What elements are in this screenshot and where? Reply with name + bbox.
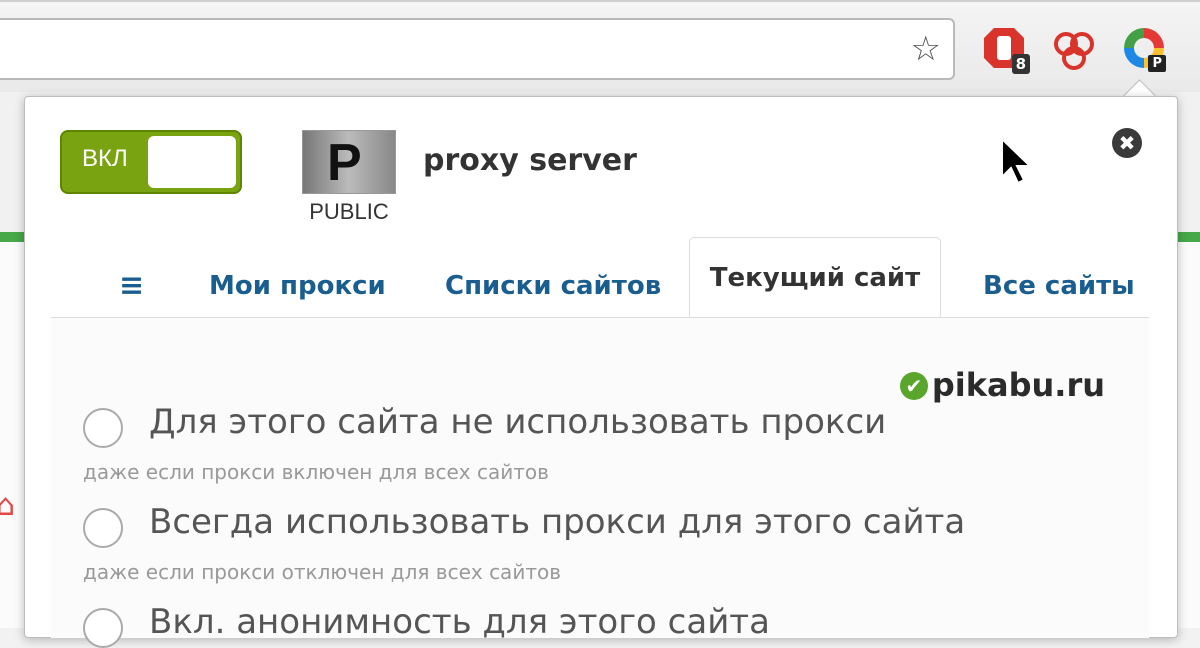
star-icon[interactable]: ☆ (911, 29, 941, 69)
tab-bar: ≡ Мои прокси Списки сайтов Текущий сайт … (51, 237, 1149, 318)
proxy-name: proxy server (423, 143, 637, 178)
address-bar[interactable]: ☆ (0, 18, 955, 80)
extension-badge: 8 (1011, 54, 1030, 74)
stop-extension-icon[interactable]: 8 (980, 24, 1030, 74)
option-hint: даже если прокси включен для всех сайтов (83, 460, 549, 484)
toggle-knob[interactable] (148, 136, 236, 188)
tab-site-lists[interactable]: Списки сайтов (445, 257, 661, 315)
logo-letter: P (327, 134, 362, 192)
current-site-domain: ✔ pikabu.ru (899, 366, 1105, 404)
proxy-badge: P (1148, 55, 1166, 72)
circles-icon (1054, 32, 1094, 70)
tab-my-proxies[interactable]: Мои прокси (209, 257, 386, 315)
proxy-logo: P (302, 130, 396, 194)
current-site-panel: ✔ pikabu.ru Для этого сайта не использова… (51, 318, 1149, 648)
site-name: pikabu.ru (931, 366, 1105, 404)
proxy-extension-icon[interactable]: P (1120, 24, 1168, 72)
proxy-popup: ВКЛ P PUBLIC proxy server ✖ ≡ Мои прокси… (24, 96, 1178, 648)
browser-toolbar: ☆ 8 P (0, 0, 1200, 94)
logo-subtitle: PUBLIC (309, 199, 389, 224)
mouse-cursor-icon (1001, 137, 1033, 185)
tab-current-site[interactable]: Текущий сайт (689, 237, 941, 317)
option-label: Вкл. анонимность для этого сайта (149, 602, 770, 642)
radio-button[interactable] (83, 408, 123, 448)
radio-button[interactable] (83, 508, 123, 548)
tab-all-sites[interactable]: Все сайты (983, 257, 1135, 315)
power-toggle[interactable]: ВКЛ (60, 130, 242, 194)
check-icon: ✔ (899, 372, 928, 400)
option-hint: даже если прокси отключен для всех сайто… (83, 560, 561, 584)
option-label: Для этого сайта не использовать прокси (149, 402, 887, 442)
option-label: Всегда использовать прокси для этого сай… (149, 502, 966, 542)
close-icon[interactable]: ✖ (1112, 128, 1142, 158)
radio-button[interactable] (83, 608, 123, 648)
toggle-label: ВКЛ (82, 145, 128, 172)
hearts-extension-icon[interactable] (1050, 24, 1098, 72)
page-side-icon: ⌂ (0, 488, 16, 523)
menu-icon[interactable]: ≡ (119, 257, 144, 315)
